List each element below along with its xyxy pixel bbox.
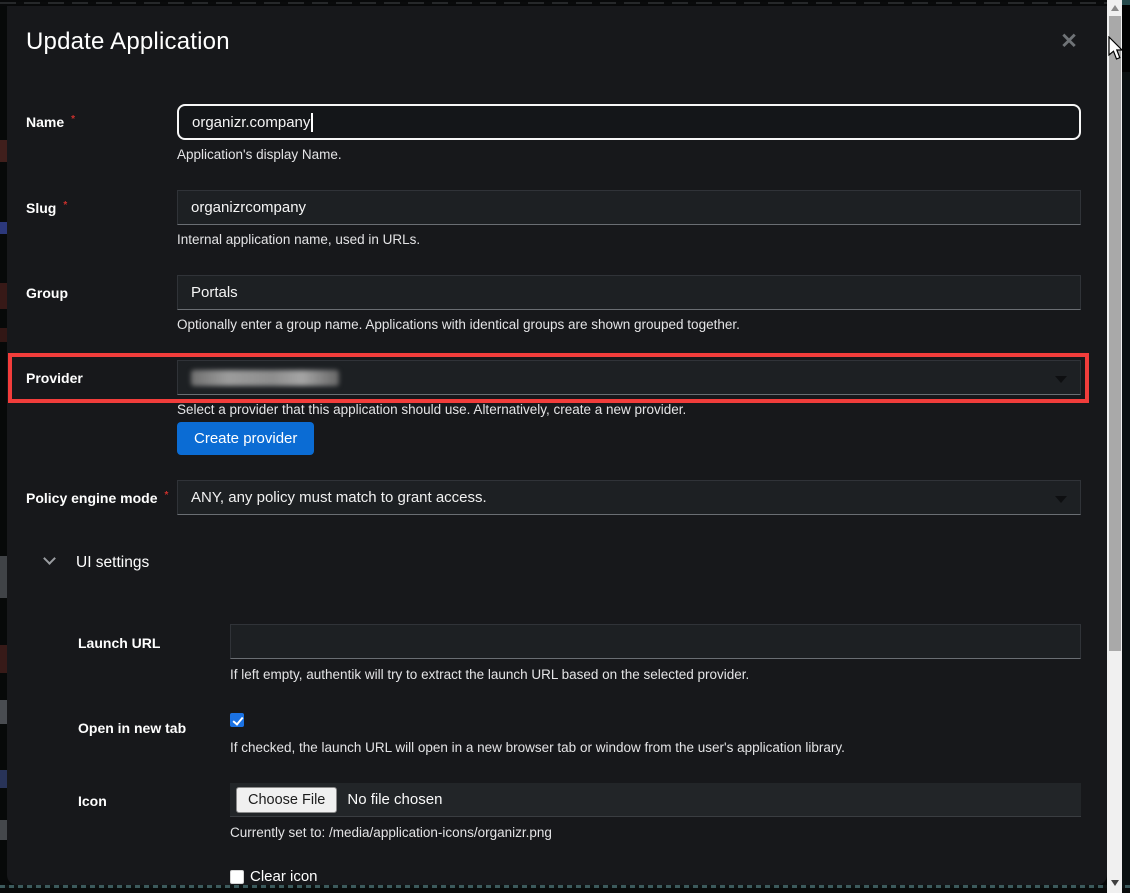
- icon-label: Icon: [78, 793, 228, 809]
- provider-help: Select a provider that this application …: [177, 402, 686, 417]
- close-icon[interactable]: ✕: [1057, 30, 1081, 54]
- name-help: Application's display Name.: [177, 147, 342, 162]
- page-behind-fragment: [0, 283, 7, 309]
- ui-settings-section-title: UI settings: [76, 554, 149, 571]
- update-application-modal: Update Application ✕ Name* organizr.comp…: [7, 6, 1107, 885]
- open-in-new-tab-checkbox[interactable]: [230, 713, 244, 727]
- create-provider-button[interactable]: Create provider: [177, 422, 314, 455]
- provider-select[interactable]: [177, 360, 1081, 395]
- provider-label: Provider: [26, 370, 176, 386]
- slug-help: Internal application name, used in URLs.: [177, 232, 420, 247]
- scrollbar-thumb[interactable]: [1109, 16, 1121, 651]
- slug-label: Slug*: [26, 200, 176, 216]
- page-behind-fragment: [0, 645, 7, 673]
- text-cursor: [311, 113, 313, 132]
- page-behind-fragment: [0, 820, 7, 840]
- screen: Update Application ✕ Name* organizr.comp…: [0, 0, 1130, 893]
- launch-url-input[interactable]: [230, 624, 1081, 659]
- mouse-cursor-icon: [1107, 36, 1125, 67]
- group-label: Group: [26, 285, 176, 301]
- policy-engine-mode-select[interactable]: ANY, any policy must match to grant acce…: [177, 480, 1081, 515]
- required-marker: *: [71, 114, 75, 125]
- chevron-down-icon: [1055, 496, 1067, 503]
- page-behind-fragment: [0, 328, 7, 342]
- name-input[interactable]: organizr.company: [177, 104, 1081, 140]
- chevron-down-icon: [43, 552, 56, 565]
- provider-value-redacted: [191, 370, 339, 386]
- chevron-down-icon: [1055, 376, 1067, 383]
- icon-file-input[interactable]: Choose File No file chosen: [230, 783, 1081, 817]
- name-label: Name*: [26, 114, 176, 130]
- launch-url-label: Launch URL: [78, 635, 228, 651]
- clear-icon-checkbox[interactable]: [230, 870, 244, 884]
- page-behind-fragment: [0, 700, 7, 724]
- page-behind-fragment: [0, 556, 7, 598]
- page-behind-fragment: [0, 770, 7, 788]
- page-behind-fragment: [0, 140, 7, 162]
- slug-input[interactable]: [177, 190, 1081, 225]
- clear-icon-label: Clear icon: [250, 868, 318, 885]
- open-in-new-tab-label: Open in new tab: [78, 720, 228, 736]
- open-in-new-tab-help: If checked, the launch URL will open in …: [230, 740, 845, 755]
- policy-engine-mode-label: Policy engine mode*: [26, 490, 176, 506]
- ui-settings-section-toggle[interactable]: UI settings: [45, 554, 149, 572]
- page-behind-bottom-edge: [0, 885, 1130, 893]
- launch-url-help: If left empty, authentik will try to ext…: [230, 667, 749, 682]
- page-behind-fragment: [0, 222, 7, 234]
- vertical-scrollbar[interactable]: [1107, 0, 1122, 893]
- page-behind-right-edge: [1122, 0, 1130, 893]
- icon-current-help: Currently set to: /media/application-ico…: [230, 825, 552, 840]
- required-marker: *: [164, 490, 168, 501]
- group-input[interactable]: [177, 275, 1081, 310]
- modal-title: Update Application: [26, 28, 230, 56]
- scrollbar-down-arrow-icon[interactable]: [1111, 880, 1119, 886]
- group-help: Optionally enter a group name. Applicati…: [177, 317, 740, 332]
- file-status-text: No file chosen: [347, 791, 442, 808]
- scrollbar-up-arrow-icon[interactable]: [1111, 5, 1119, 11]
- required-marker: *: [63, 200, 67, 211]
- choose-file-button[interactable]: Choose File: [236, 787, 337, 813]
